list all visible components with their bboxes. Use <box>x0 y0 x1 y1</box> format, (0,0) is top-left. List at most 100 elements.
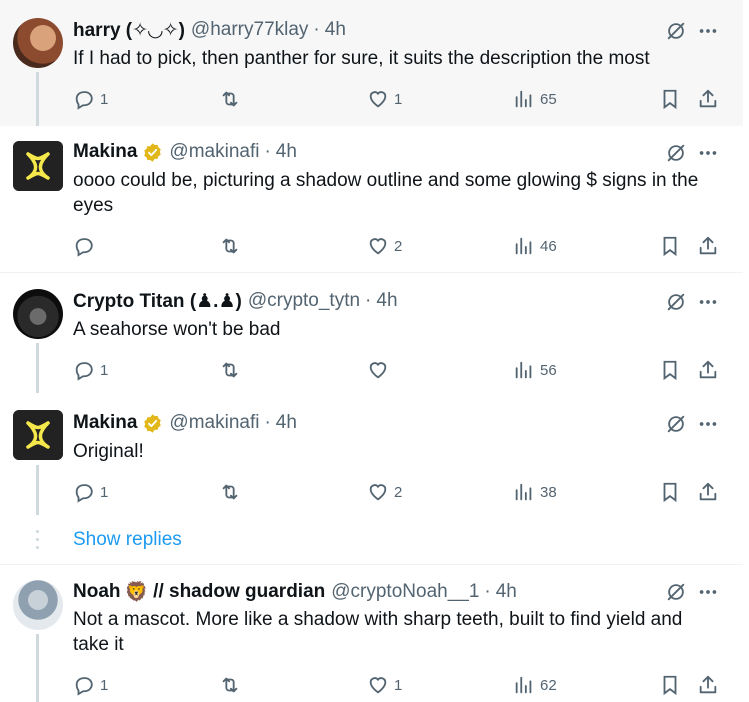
display-name-suffix[interactable]: // shadow guardian <box>153 581 325 603</box>
display-name[interactable]: harry (✧◡✧) <box>73 19 185 42</box>
views-icon <box>513 674 535 696</box>
bookmark-button[interactable] <box>659 87 681 111</box>
grok-icon[interactable] <box>665 291 687 313</box>
reply-icon <box>73 88 95 110</box>
display-name[interactable]: Crypto Titan (♟.♟) <box>73 290 242 313</box>
share-button[interactable] <box>697 673 719 697</box>
repost-button[interactable] <box>219 87 241 111</box>
bookmark-button[interactable] <box>659 234 681 258</box>
reply-button[interactable]: 1 <box>73 480 108 504</box>
avatar-makina[interactable] <box>13 410 63 460</box>
post-time[interactable]: 4h <box>496 581 517 603</box>
repost-button[interactable] <box>219 234 241 258</box>
more-icon[interactable] <box>697 413 719 435</box>
user-handle[interactable]: @cryptoNoah__1 <box>331 581 479 603</box>
display-name[interactable]: Noah <box>73 581 121 603</box>
post-header: Makina @makinafi · 4h <box>73 139 743 165</box>
share-icon <box>697 235 719 257</box>
post-header: harry (✧◡✧) @harry77klay · 4h <box>73 17 743 43</box>
user-handle[interactable]: @makinafi <box>169 412 259 434</box>
post-crypto-titan[interactable]: Crypto Titan (♟.♟) @crypto_tytn · 4h A s… <box>0 273 743 393</box>
bookmark-icon <box>659 481 681 503</box>
post-makina-2[interactable]: Makina @makinafi · 4h Original! 1 2 38 <box>0 393 743 515</box>
like-button[interactable]: 2 <box>367 480 402 504</box>
separator-dot: · <box>264 412 271 433</box>
avatar-harry[interactable] <box>13 18 63 68</box>
action-bar: 1 2 38 <box>73 480 733 504</box>
bookmark-button[interactable] <box>659 480 681 504</box>
post-harry[interactable]: harry (✧◡✧) @harry77klay · 4h If I had t… <box>0 0 743 126</box>
views-button[interactable]: 62 <box>513 673 557 697</box>
grok-icon[interactable] <box>665 20 687 42</box>
post-time[interactable]: 4h <box>376 290 397 312</box>
reply-count: 1 <box>100 90 109 108</box>
post-text: Original! <box>73 441 144 462</box>
post-text: Not a mascot. More like a shadow with sh… <box>73 607 733 657</box>
action-bar: 1 1 62 <box>73 673 733 697</box>
bookmark-button[interactable] <box>659 358 681 382</box>
bookmark-icon <box>659 674 681 696</box>
post-header: Crypto Titan (♟.♟) @crypto_tytn · 4h <box>73 288 743 314</box>
share-icon <box>697 481 719 503</box>
reply-count: 1 <box>100 361 109 379</box>
avatar-noah[interactable] <box>13 580 63 630</box>
reply-button[interactable]: 1 <box>73 673 108 697</box>
user-handle[interactable]: @harry77klay <box>191 19 309 41</box>
bookmark-button[interactable] <box>659 673 681 697</box>
verified-badge-icon[interactable] <box>142 142 163 163</box>
post-time[interactable]: 4h <box>276 412 297 434</box>
views-button[interactable]: 65 <box>513 87 557 111</box>
share-button[interactable] <box>697 480 719 504</box>
repost-button[interactable] <box>219 673 241 697</box>
verified-badge-icon[interactable] <box>142 413 163 434</box>
more-icon[interactable] <box>697 291 719 313</box>
reply-button[interactable]: 1 <box>73 87 108 111</box>
views-button[interactable]: 46 <box>513 234 557 258</box>
share-button[interactable] <box>697 234 719 258</box>
user-handle[interactable]: @crypto_tytn <box>248 290 360 312</box>
view-count: 38 <box>540 483 557 501</box>
show-replies-link[interactable]: Show replies <box>73 529 182 551</box>
reply-button[interactable] <box>73 234 95 258</box>
views-icon <box>513 481 535 503</box>
grok-icon[interactable] <box>665 142 687 164</box>
like-icon <box>367 359 389 381</box>
reply-icon <box>73 359 95 381</box>
share-button[interactable] <box>697 87 719 111</box>
grok-icon[interactable] <box>665 413 687 435</box>
thread-dotted-line <box>36 530 39 554</box>
share-icon <box>697 359 719 381</box>
view-count: 65 <box>540 90 557 108</box>
post-time[interactable]: 4h <box>276 141 297 163</box>
more-icon[interactable] <box>697 142 719 164</box>
post-makina-1[interactable]: Makina @makinafi · 4h oooo could be, pic… <box>0 126 743 272</box>
like-icon <box>367 88 389 110</box>
bookmark-icon <box>659 359 681 381</box>
more-icon[interactable] <box>697 20 719 42</box>
repost-icon <box>219 88 241 110</box>
like-button[interactable] <box>367 358 389 382</box>
repost-button[interactable] <box>219 480 241 504</box>
share-icon <box>697 674 719 696</box>
post-text-line: oooo could be, picturing a shadow outlin… <box>73 170 699 191</box>
views-button[interactable]: 56 <box>513 358 557 382</box>
display-name[interactable]: Makina <box>73 141 137 163</box>
like-button[interactable]: 1 <box>367 673 402 697</box>
avatar-makina[interactable] <box>13 141 63 191</box>
reply-count: 1 <box>100 676 109 694</box>
post-noah[interactable]: Noah 🦁 // shadow guardian @cryptoNoah__1… <box>0 565 743 702</box>
more-icon[interactable] <box>697 581 719 603</box>
like-button[interactable]: 1 <box>367 87 402 111</box>
user-handle[interactable]: @makinafi <box>169 141 259 163</box>
post-text: If I had to pick, then panther for sure,… <box>73 48 650 69</box>
display-name[interactable]: Makina <box>73 412 137 434</box>
like-button[interactable]: 2 <box>367 234 402 258</box>
share-button[interactable] <box>697 358 719 382</box>
avatar-crypto-titan[interactable] <box>13 289 63 339</box>
views-button[interactable]: 38 <box>513 480 557 504</box>
repost-button[interactable] <box>219 358 241 382</box>
reply-button[interactable]: 1 <box>73 358 108 382</box>
post-text-line: take it <box>73 634 124 655</box>
post-time[interactable]: 4h <box>325 19 346 41</box>
grok-icon[interactable] <box>665 581 687 603</box>
